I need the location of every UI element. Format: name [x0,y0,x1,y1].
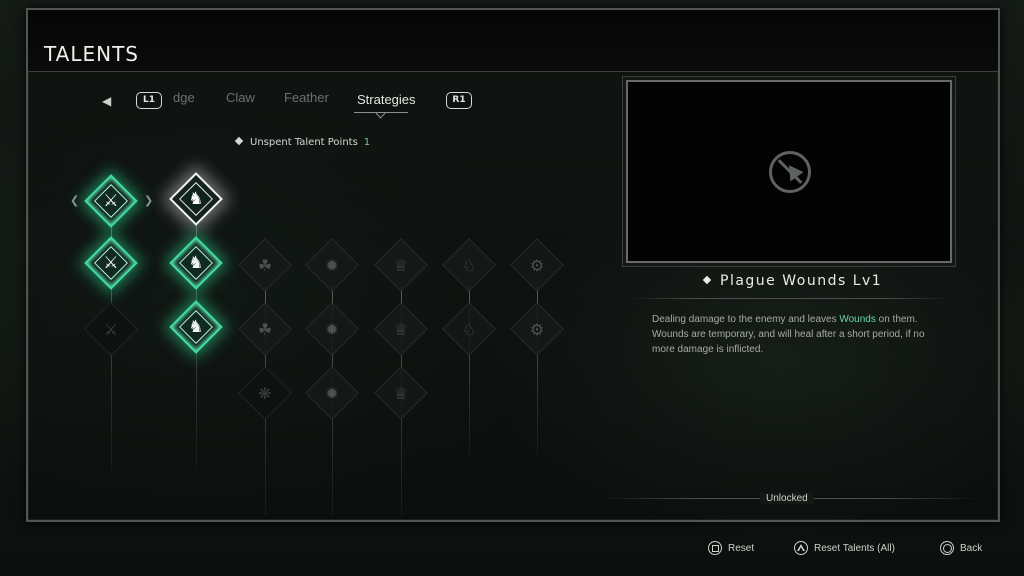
active-tab-indicator [354,112,408,113]
description-keyword: Wounds [839,314,876,325]
chevron-left-icon[interactable]: ◀ [102,94,111,108]
back-button[interactable]: Back [940,541,982,555]
l1-button[interactable]: L1 [136,92,162,109]
divider [630,298,950,299]
circle-button-icon [940,541,954,555]
crown-icon: ♕ [393,383,409,403]
diamond-icon [234,136,244,146]
chevron-right-icon[interactable]: ❯ [144,194,153,207]
skill-description: Dealing damage to the enemy and leaves W… [652,312,942,357]
tab-edge[interactable]: dge [173,90,195,105]
dragon-head-icon: ♘ [461,319,477,339]
chevron-left-icon[interactable]: ❮ [70,194,79,207]
crown-icon: ♕ [393,319,409,339]
axe-icon: ⚔ [103,319,119,339]
hooded-figure-icon: ☘ [257,255,273,275]
warrior-icon: ♞ [188,253,204,273]
axe-icon: ⚔ [103,253,119,273]
header-bar [28,10,998,72]
reset-all-label: Reset Talents (All) [814,543,895,554]
swirl-icon: ❋ [258,383,272,403]
staff-icon: ⚙ [529,255,545,275]
hooded-figure-icon: ☘ [257,319,273,339]
triangle-button-icon [794,541,808,555]
r1-button[interactable]: R1 [446,92,472,109]
tab-strategies[interactable]: Strategies [357,92,416,107]
warrior-icon: ♞ [188,189,204,209]
page-title: TALENTS [44,42,139,66]
warrior-icon: ♞ [188,317,204,337]
tab-feather[interactable]: Feather [284,90,329,105]
crown-icon: ♕ [393,255,409,275]
staff-icon: ⚙ [529,319,545,339]
reset-button[interactable]: Reset [708,541,754,555]
square-button-icon [708,541,722,555]
tab-claw[interactable]: Claw [226,90,255,105]
reset-all-button[interactable]: Reset Talents (All) [794,541,895,555]
back-label: Back [960,543,983,554]
sun-burst-icon: ✹ [325,319,339,339]
talent-points-label: Unspent Talent Points [250,137,358,148]
talent-points-count: 1 [363,137,371,148]
sun-burst-icon: ✹ [325,383,339,403]
unspent-talent-points: Unspent Talent Points 1 [234,136,371,148]
reset-label: Reset [728,543,755,554]
skill-name-text: Plague Wounds Lv1 [720,273,883,289]
description-text: Dealing damage to the enemy and leaves [652,314,840,325]
axe-icon: ⚔ [103,191,119,211]
dragon-head-icon: ♘ [461,255,477,275]
skill-preview-video [626,80,952,263]
diamond-icon [702,275,712,285]
sun-burst-icon: ✹ [325,255,339,275]
no-video-icon [769,151,811,193]
status-label: Unlocked [760,493,814,504]
skill-title: Plague Wounds Lv1 [702,273,883,289]
tab-bar: ◀ L1 dge Claw Feather Strategies R1 [96,84,496,120]
